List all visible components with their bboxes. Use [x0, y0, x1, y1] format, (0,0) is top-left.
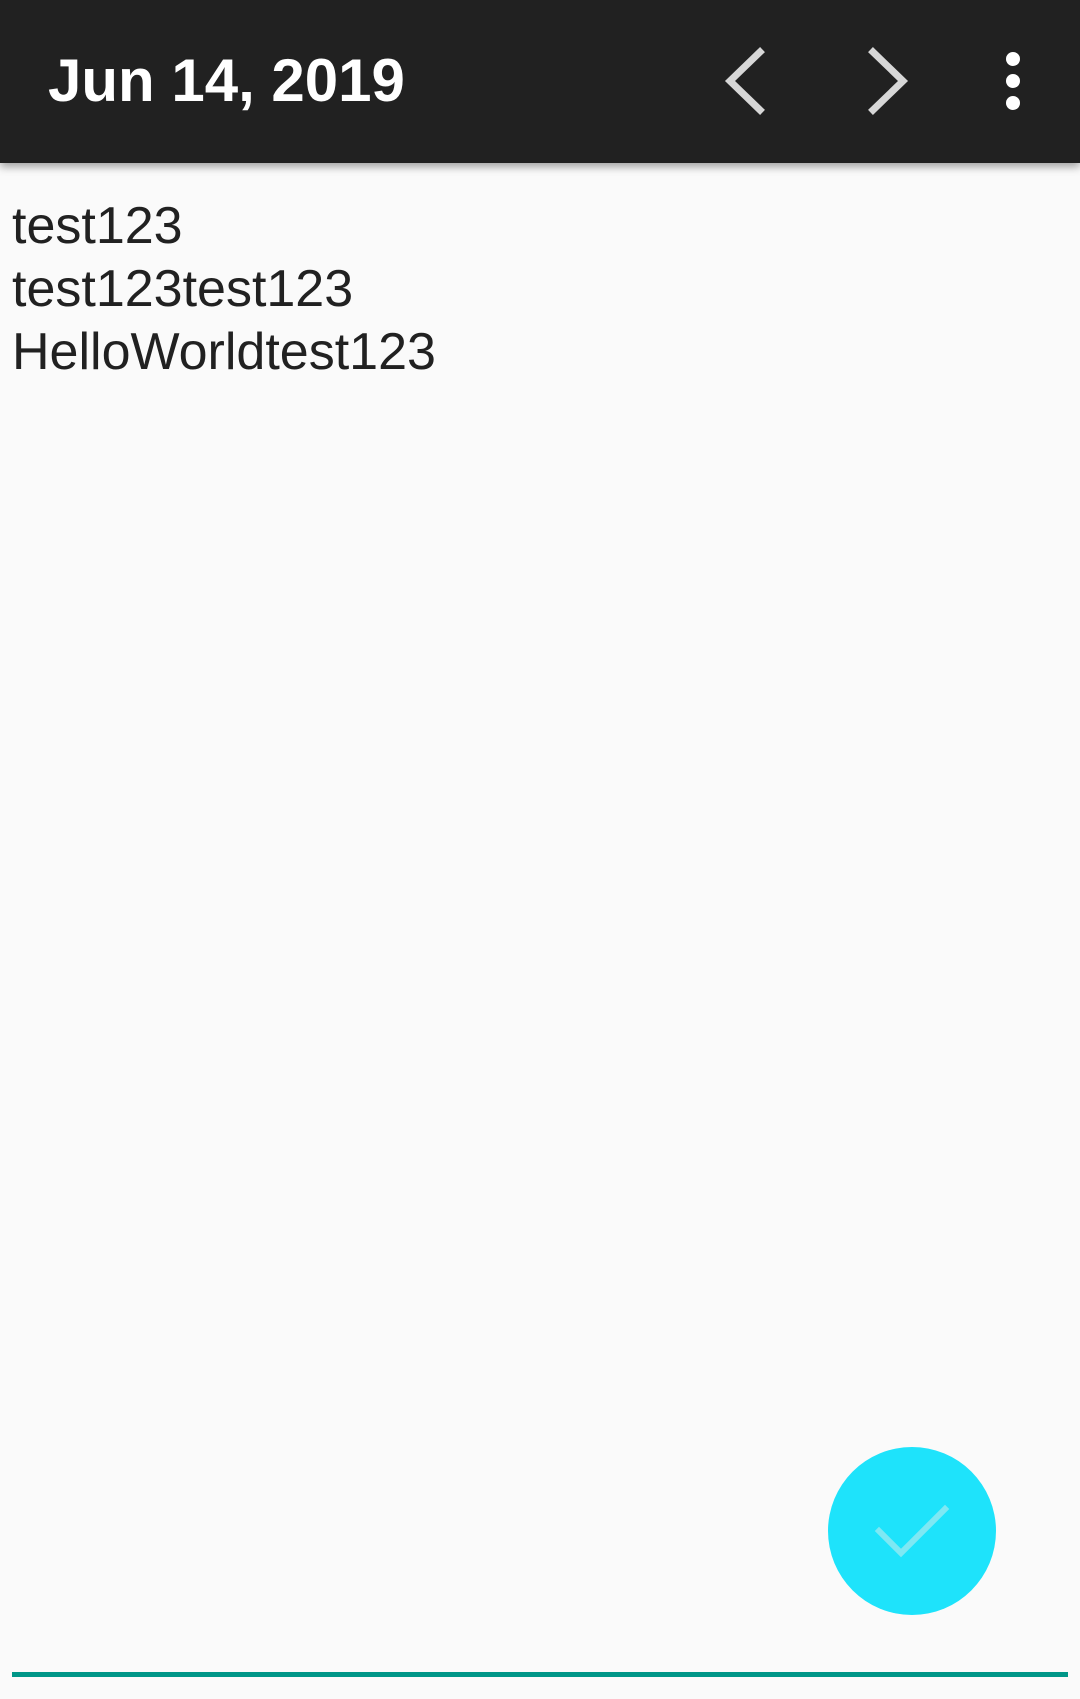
text-line: test123	[12, 197, 183, 255]
more-vert-icon	[1006, 52, 1020, 110]
text-field-underline	[12, 1672, 1068, 1677]
chevron-left-icon	[724, 47, 765, 115]
chevron-right-icon	[868, 47, 909, 115]
app-toolbar: Jun 14, 2019	[0, 0, 1080, 163]
text-line: HelloWorldtest123	[12, 323, 436, 381]
note-screen: Jun 14, 2019 test123 test123test123 Hell…	[0, 0, 1080, 1699]
previous-day-button[interactable]	[700, 36, 790, 126]
date-title: Jun 14, 2019	[48, 47, 405, 114]
note-text-field[interactable]: test123 test123test123 HelloWorldtest123	[12, 195, 1068, 1655]
text-line: test123test123	[12, 260, 354, 318]
next-day-button[interactable]	[843, 36, 933, 126]
overflow-menu-button[interactable]	[968, 36, 1058, 126]
save-fab-button[interactable]	[828, 1447, 996, 1615]
check-icon	[874, 1504, 950, 1558]
